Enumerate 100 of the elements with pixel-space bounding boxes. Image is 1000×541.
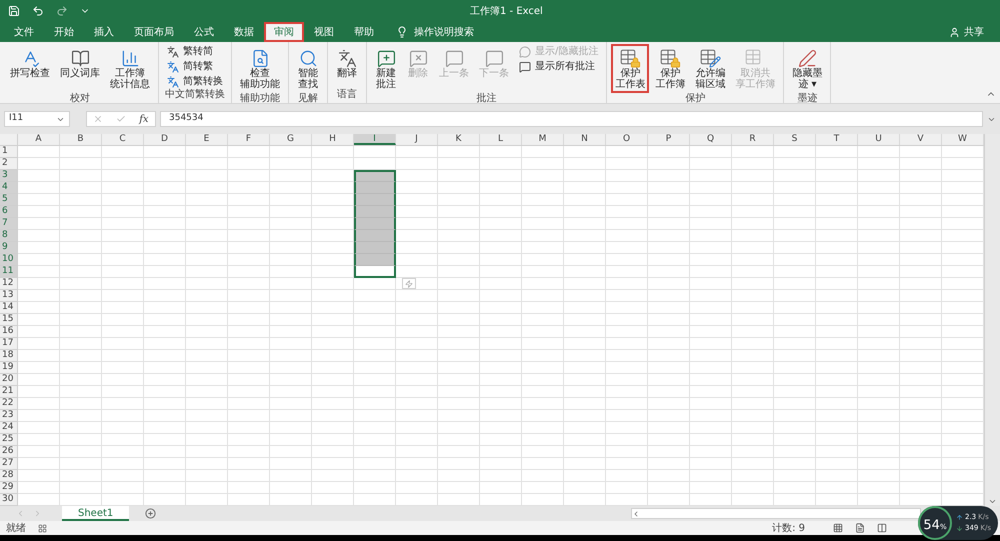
column-header[interactable]: T: [816, 134, 858, 145]
column-header[interactable]: J: [396, 134, 438, 145]
column-header[interactable]: G: [270, 134, 312, 145]
ribbon-tab[interactable]: 审阅: [264, 22, 304, 42]
quick-analysis-icon[interactable]: [402, 278, 416, 289]
cancel-icon[interactable]: [93, 114, 104, 124]
ribbon-button[interactable]: 繁转简: [163, 44, 227, 59]
row-header[interactable]: 7: [0, 218, 18, 230]
column-header[interactable]: V: [900, 134, 942, 145]
previous-sheet-icon[interactable]: [16, 509, 25, 518]
row-header[interactable]: 26: [0, 446, 18, 458]
row-header[interactable]: 15: [0, 314, 18, 326]
row-header[interactable]: 5: [0, 194, 18, 206]
row-header[interactable]: 8: [0, 230, 18, 242]
column-header[interactable]: D: [144, 134, 186, 145]
column-header[interactable]: U: [858, 134, 900, 145]
ribbon-tab[interactable]: 公式: [184, 22, 224, 42]
row-header[interactable]: 21: [0, 386, 18, 398]
row-header[interactable]: 25: [0, 434, 18, 446]
undo-icon[interactable]: [32, 5, 44, 17]
row-header[interactable]: 17: [0, 338, 18, 350]
name-box[interactable]: I11: [4, 111, 70, 127]
row-header[interactable]: 11: [0, 266, 18, 278]
column-header[interactable]: F: [228, 134, 270, 145]
column-header[interactable]: Q: [690, 134, 732, 145]
column-header[interactable]: K: [438, 134, 480, 145]
vertical-scrollbar[interactable]: [984, 134, 1000, 506]
tell-me-search[interactable]: 操作说明搜索: [384, 22, 486, 42]
row-header[interactable]: 23: [0, 410, 18, 422]
column-header[interactable]: A: [18, 134, 60, 145]
row-header[interactable]: 27: [0, 458, 18, 470]
column-header[interactable]: R: [732, 134, 774, 145]
ribbon-button[interactable]: 简繁转换: [163, 74, 227, 89]
row-header[interactable]: 30: [0, 494, 18, 506]
row-header[interactable]: 18: [0, 350, 18, 362]
upload-icon: [956, 514, 963, 521]
column-header[interactable]: P: [648, 134, 690, 145]
row-header[interactable]: 9: [0, 242, 18, 254]
formula-field[interactable]: 354534: [160, 111, 983, 127]
horizontal-scrollbar[interactable]: [631, 508, 922, 519]
redo-icon[interactable]: [56, 5, 68, 17]
row-header[interactable]: 20: [0, 374, 18, 386]
book-icon: [70, 48, 90, 68]
ribbon-button[interactable]: 工作簿 统计信息: [106, 44, 154, 93]
ribbon-tab[interactable]: 数据: [224, 22, 264, 42]
ribbon-button[interactable]: 允许编 辑区域: [691, 44, 730, 93]
row-header[interactable]: 14: [0, 302, 18, 314]
column-header[interactable]: E: [186, 134, 228, 145]
column-header[interactable]: B: [60, 134, 102, 145]
ribbon-button[interactable]: 保护 工作表: [611, 44, 650, 93]
ribbon-button[interactable]: 智能 查找: [293, 44, 323, 93]
row-header[interactable]: 24: [0, 422, 18, 434]
ribbon-tab[interactable]: 插入: [84, 22, 124, 42]
page-break-icon[interactable]: [877, 523, 887, 533]
row-header[interactable]: 12: [0, 278, 18, 290]
column-header[interactable]: I: [354, 134, 396, 145]
insert-function-button[interactable]: fx: [139, 112, 149, 126]
column-header[interactable]: N: [564, 134, 606, 145]
row-header[interactable]: 29: [0, 482, 18, 494]
normal-view-icon[interactable]: [833, 523, 843, 533]
download-icon: [956, 525, 963, 532]
column-header[interactable]: M: [522, 134, 564, 145]
row-header[interactable]: 16: [0, 326, 18, 338]
ribbon-button[interactable]: 拼写检查: [6, 44, 54, 82]
ribbon-tab[interactable]: 视图: [304, 22, 344, 42]
scroll-down-icon[interactable]: [988, 497, 997, 506]
row-header[interactable]: 3: [0, 170, 18, 182]
share-button[interactable]: 共享: [937, 22, 996, 42]
row-header[interactable]: 1: [0, 146, 18, 158]
row-header[interactable]: 19: [0, 362, 18, 374]
row-header[interactable]: 4: [0, 182, 18, 194]
ribbon-button[interactable]: 保护 工作簿: [651, 44, 690, 93]
ribbon-button[interactable]: 新建 批注: [371, 44, 401, 93]
ribbon-button[interactable]: 同义词库: [56, 44, 104, 82]
save-icon[interactable]: [8, 5, 20, 17]
ribbon-button[interactable]: 显示所有批注: [515, 59, 602, 74]
row-header[interactable]: 2: [0, 158, 18, 170]
ribbon-tab[interactable]: 开始: [44, 22, 84, 42]
group-label: 辅助功能: [240, 93, 280, 106]
ribbon-tab[interactable]: 帮助: [344, 22, 384, 42]
page-layout-icon[interactable]: [855, 523, 865, 533]
column-header[interactable]: S: [774, 134, 816, 145]
column-header[interactable]: C: [102, 134, 144, 145]
row-header[interactable]: 10: [0, 254, 18, 266]
ribbon-button[interactable]: 隐藏墨 迹 ▾: [788, 44, 826, 93]
add-sheet-icon[interactable]: [145, 508, 156, 519]
enter-icon[interactable]: [116, 114, 126, 124]
row-header[interactable]: 22: [0, 398, 18, 410]
ribbon-tab[interactable]: 页面布局: [124, 22, 184, 42]
ribbon-button[interactable]: 翻译: [332, 44, 362, 82]
next-sheet-icon[interactable]: [33, 509, 42, 518]
column-header[interactable]: L: [480, 134, 522, 145]
sheet-tab[interactable]: Sheet1: [62, 506, 130, 521]
ribbon-button[interactable]: 简转繁: [163, 59, 227, 74]
ribbon-tab[interactable]: 文件: [4, 22, 44, 42]
column-header[interactable]: O: [606, 134, 648, 145]
row-header[interactable]: 13: [0, 290, 18, 302]
row-header[interactable]: 6: [0, 206, 18, 218]
row-header[interactable]: 28: [0, 470, 18, 482]
ribbon-button[interactable]: 检查 辅助功能: [236, 44, 284, 93]
